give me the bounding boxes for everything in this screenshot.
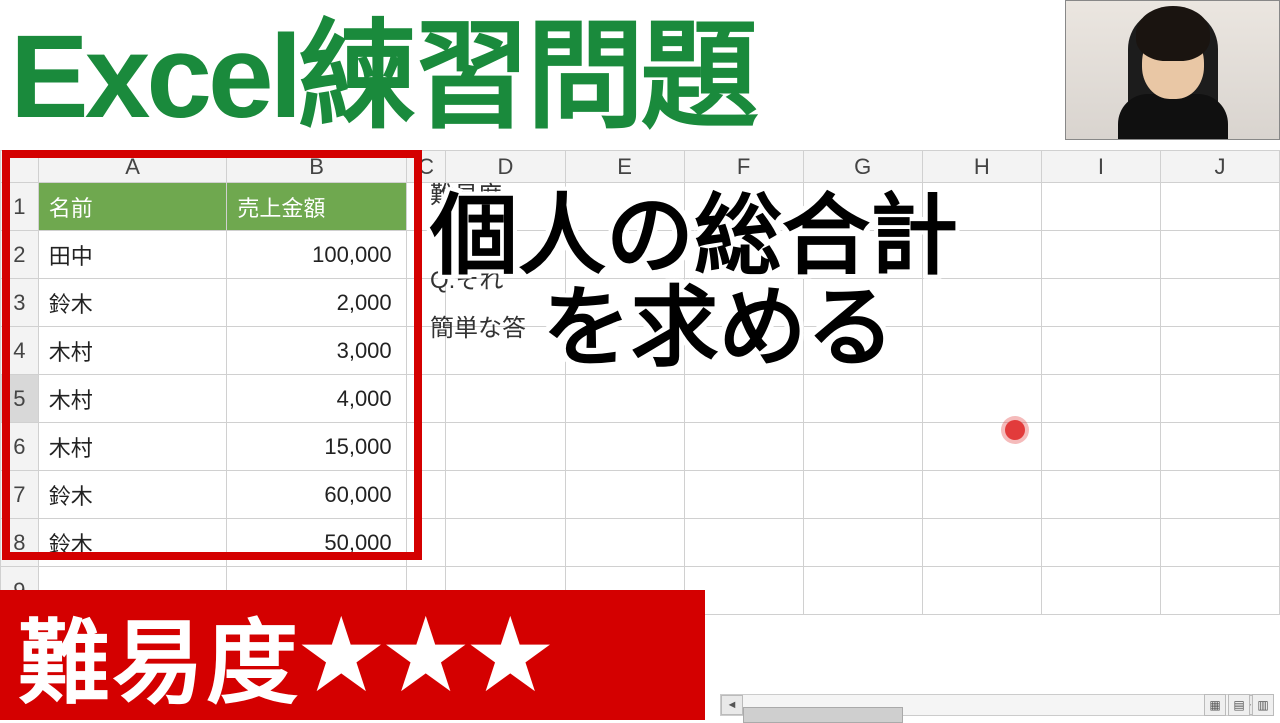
cell-B3[interactable]: 2,000 <box>227 279 406 327</box>
difficulty-stars: ★★★ <box>300 602 553 709</box>
cell-B7[interactable]: 60,000 <box>227 471 406 519</box>
view-normal-icon[interactable]: ▦ <box>1204 694 1226 716</box>
col-header-H[interactable]: H <box>922 151 1041 183</box>
col-header-B[interactable]: B <box>227 151 406 183</box>
view-pagebreak-icon[interactable]: ▥ <box>1252 694 1274 716</box>
cell-A3[interactable]: 鈴木 <box>38 279 227 327</box>
table-row[interactable]: 8 鈴木 50,000 <box>1 519 1280 567</box>
col-header-I[interactable]: I <box>1041 151 1160 183</box>
cell[interactable] <box>922 519 1041 567</box>
col-header-F[interactable]: F <box>684 151 803 183</box>
cell[interactable] <box>922 567 1041 615</box>
row-header[interactable]: 3 <box>1 279 39 327</box>
cell-B8[interactable]: 50,000 <box>227 519 406 567</box>
row-header[interactable]: 8 <box>1 519 39 567</box>
cell[interactable] <box>1041 231 1160 279</box>
subtitle-overlay: 個人の総合計 を求める <box>430 190 958 375</box>
cell[interactable] <box>406 519 446 567</box>
cell[interactable] <box>684 423 803 471</box>
cell[interactable] <box>1160 231 1279 279</box>
cell-A4[interactable]: 木村 <box>38 327 227 375</box>
cell-B1[interactable]: 売上金額 <box>227 183 406 231</box>
cell[interactable] <box>1160 471 1279 519</box>
webcam-inset <box>1065 0 1280 140</box>
cursor-dot-icon <box>1005 420 1025 440</box>
difficulty-badge: 難易度★★★ <box>0 590 705 720</box>
col-header-A[interactable]: A <box>38 151 227 183</box>
row-header[interactable]: 4 <box>1 327 39 375</box>
cell[interactable] <box>1160 183 1279 231</box>
cell[interactable] <box>1041 423 1160 471</box>
cell[interactable] <box>1160 279 1279 327</box>
webcam-hair <box>1136 6 1210 61</box>
cell-B6[interactable]: 15,000 <box>227 423 406 471</box>
select-all-corner[interactable] <box>1 151 39 183</box>
cell[interactable] <box>922 471 1041 519</box>
cell[interactable] <box>565 375 684 423</box>
cell[interactable] <box>803 471 922 519</box>
cell[interactable] <box>565 519 684 567</box>
row-header[interactable]: 2 <box>1 231 39 279</box>
view-layout-icon[interactable]: ▤ <box>1228 694 1250 716</box>
table-row[interactable]: 7 鈴木 60,000 <box>1 471 1280 519</box>
cell[interactable] <box>406 423 446 471</box>
cell[interactable] <box>922 375 1041 423</box>
cell[interactable] <box>446 423 565 471</box>
row-header[interactable]: 1 <box>1 183 39 231</box>
cell[interactable] <box>1160 375 1279 423</box>
row-header[interactable]: 6 <box>1 423 39 471</box>
cell[interactable] <box>446 375 565 423</box>
table-row[interactable]: 5 木村 4,000 <box>1 375 1280 423</box>
view-mode-icons: ▦ ▤ ▥ <box>1204 694 1274 716</box>
column-header-row: A B C D E F G H I J <box>1 151 1280 183</box>
cell-A5[interactable]: 木村 <box>38 375 227 423</box>
cell[interactable] <box>1160 519 1279 567</box>
cell-A8[interactable]: 鈴木 <box>38 519 227 567</box>
cell-B4[interactable]: 3,000 <box>227 327 406 375</box>
col-header-E[interactable]: E <box>565 151 684 183</box>
col-header-J[interactable]: J <box>1160 151 1279 183</box>
cell[interactable] <box>1041 567 1160 615</box>
row-header[interactable]: 7 <box>1 471 39 519</box>
cell[interactable] <box>406 471 446 519</box>
cell[interactable] <box>803 567 922 615</box>
cell[interactable] <box>1160 327 1279 375</box>
cell[interactable] <box>1041 327 1160 375</box>
cell-A7[interactable]: 鈴木 <box>38 471 227 519</box>
cell[interactable] <box>1041 279 1160 327</box>
table-row[interactable]: 6 木村 15,000 <box>1 423 1280 471</box>
webcam-body <box>1118 94 1228 139</box>
cell[interactable] <box>684 519 803 567</box>
cell-A6[interactable]: 木村 <box>38 423 227 471</box>
cell[interactable] <box>1041 519 1160 567</box>
cell[interactable] <box>803 375 922 423</box>
cell-B2[interactable]: 100,000 <box>227 231 406 279</box>
cell[interactable] <box>406 375 446 423</box>
cell[interactable] <box>803 519 922 567</box>
cell-B5[interactable]: 4,000 <box>227 375 406 423</box>
cell-A1[interactable]: 名前 <box>38 183 227 231</box>
cell[interactable] <box>446 471 565 519</box>
cell[interactable] <box>684 471 803 519</box>
cell[interactable] <box>446 519 565 567</box>
cell[interactable] <box>565 471 684 519</box>
scroll-left-arrow-icon[interactable]: ◄ <box>721 695 743 715</box>
cell[interactable] <box>1160 567 1279 615</box>
cell[interactable] <box>1041 471 1160 519</box>
horizontal-scrollbar[interactable]: ◄ ► <box>720 694 1260 716</box>
row-header[interactable]: 5 <box>1 375 39 423</box>
difficulty-label: 難易度 <box>18 589 300 722</box>
cell[interactable] <box>1041 183 1160 231</box>
cell[interactable] <box>565 423 684 471</box>
cell[interactable] <box>684 375 803 423</box>
col-header-G[interactable]: G <box>803 151 922 183</box>
page-title: Excel練習問題 <box>10 0 754 151</box>
cell-A2[interactable]: 田中 <box>38 231 227 279</box>
scroll-thumb[interactable] <box>743 707 903 723</box>
cell[interactable] <box>1160 423 1279 471</box>
cell[interactable] <box>803 423 922 471</box>
cell[interactable] <box>1041 375 1160 423</box>
